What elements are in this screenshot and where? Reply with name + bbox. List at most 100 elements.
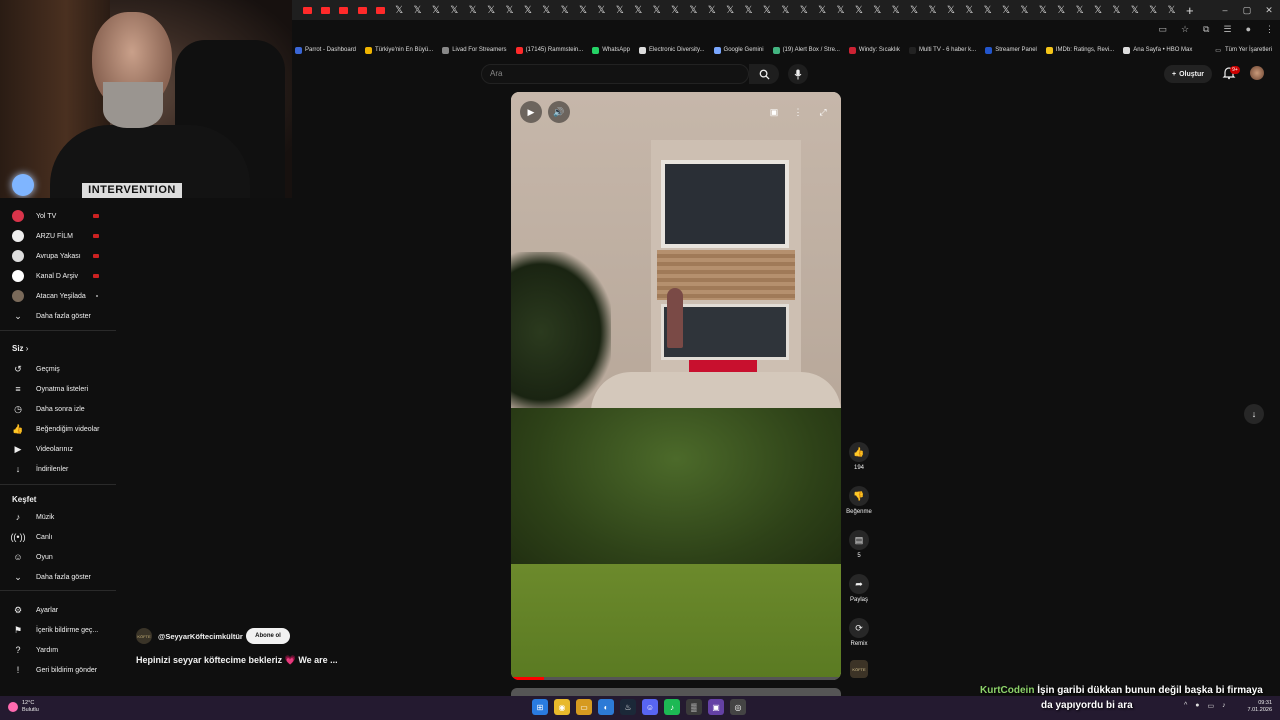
sidebar-item[interactable]: ⚑ İçerik bildirme geç... <box>0 620 116 640</box>
next-short-button[interactable]: ↓ <box>1244 404 1264 424</box>
browser-tab[interactable]: 𝕏 <box>1144 0 1162 20</box>
bookmark-item[interactable]: Parrot - Dashboard <box>295 46 356 54</box>
minimize-button[interactable]: – <box>1214 0 1236 20</box>
browser-tab[interactable]: 𝕏 <box>1107 0 1125 20</box>
twitch-icon[interactable]: ▣ <box>708 699 724 715</box>
browser-tab[interactable]: 𝕏 <box>758 0 776 20</box>
browser-tab[interactable]: 𝕏 <box>997 0 1015 20</box>
kebab-icon[interactable]: ⋮ <box>1265 24 1274 35</box>
cast-icon[interactable]: ▭ <box>1158 24 1167 35</box>
browser-tab[interactable]: 𝕏 <box>813 0 831 20</box>
extensions-icon[interactable]: ⧉ <box>1203 24 1209 35</box>
app-icon[interactable]: ▒ <box>686 699 702 715</box>
volume-button[interactable]: 🔊 <box>548 101 570 123</box>
browser-tab[interactable]: 𝕏 <box>592 0 610 20</box>
create-button[interactable]: + Oluştur <box>1164 65 1212 83</box>
search-button[interactable] <box>749 64 779 84</box>
search-input[interactable]: Ara <box>481 64 749 84</box>
steam-icon[interactable]: ♨ <box>620 699 636 715</box>
browser-tab[interactable]: 𝕏 <box>739 0 757 20</box>
captions-button[interactable]: ▣ <box>766 104 782 120</box>
browser-tab[interactable]: 𝕏 <box>923 0 941 20</box>
browser-tab[interactable]: 𝕏 <box>1015 0 1033 20</box>
sidebar-item[interactable]: 👍 Beğendiğim videolar <box>0 419 116 439</box>
chrome-icon[interactable]: ◉ <box>554 699 570 715</box>
file-explorer-icon[interactable]: ▭ <box>576 699 592 715</box>
video-progress-bar[interactable] <box>511 677 841 680</box>
bookmark-item[interactable]: Streamer Panel <box>985 46 1037 54</box>
bookmark-item[interactable]: Google Gemini <box>713 46 764 54</box>
next-short-thumbnail[interactable] <box>511 688 841 696</box>
dislike-button[interactable]: 👎 Beğenme <box>844 486 874 515</box>
sidebar-item[interactable]: ! Geri bildirim gönder <box>0 660 116 680</box>
browser-tab[interactable]: 𝕏 <box>1034 0 1052 20</box>
obs-icon[interactable]: ◎ <box>730 699 746 715</box>
browser-tab[interactable]: 𝕏 <box>1126 0 1144 20</box>
bookmark-item[interactable]: Multi TV - 6 haber k... <box>908 46 976 54</box>
menu-icon[interactable]: ☰ <box>1223 24 1231 35</box>
account-avatar[interactable] <box>1250 66 1264 80</box>
bookmark-item[interactable]: IMDb: Ratings, Revi... <box>1045 46 1114 54</box>
sidebar-item[interactable]: ARZU FİLM <box>0 226 116 246</box>
sidebar-item[interactable]: ≡ Oynatma listeleri <box>0 379 116 399</box>
sidebar-item[interactable]: Atacan Yeşilada <box>0 286 116 306</box>
bookmark-item[interactable]: Türkiye'nin En Büyü... <box>365 46 433 54</box>
browser-tab[interactable]: 𝕏 <box>408 0 426 20</box>
browser-tab[interactable]: 𝕏 <box>390 0 408 20</box>
bookmark-item[interactable]: (17145) Rammstein... <box>515 46 583 54</box>
star-icon[interactable]: ☆ <box>1181 24 1189 35</box>
play-button[interactable]: ▶ <box>520 101 542 123</box>
sidebar-item[interactable]: ☺ Oyun <box>0 547 116 567</box>
short-description[interactable]: Hepinizi seyyar köftecime bekleriz 💗 We … <box>136 655 338 666</box>
sound-thumbnail[interactable]: KÖFTE <box>850 660 868 678</box>
browser-tab[interactable]: 𝕏 <box>1052 0 1070 20</box>
subscribe-button[interactable]: Abone ol <box>246 628 290 644</box>
browser-tab[interactable]: 𝕏 <box>445 0 463 20</box>
bookmark-item[interactable]: Ana Sayfa • HBO Max <box>1123 46 1192 54</box>
more-options-button[interactable]: ⋮ <box>790 104 806 120</box>
voice-search-button[interactable] <box>788 64 808 84</box>
browser-tab[interactable]: 𝕏 <box>427 0 445 20</box>
browser-tab[interactable]: 𝕏 <box>942 0 960 20</box>
browser-tab[interactable] <box>316 0 334 20</box>
browser-tab[interactable]: 𝕏 <box>960 0 978 20</box>
browser-tab[interactable]: 𝕏 <box>555 0 573 20</box>
browser-tab[interactable]: 𝕏 <box>795 0 813 20</box>
sidebar-item[interactable]: Kanal D Arşiv <box>0 266 116 286</box>
browser-tab[interactable]: 𝕏 <box>500 0 518 20</box>
spotify-icon[interactable]: ♪ <box>664 699 680 715</box>
browser-tab[interactable]: 𝕏 <box>1089 0 1107 20</box>
sidebar-item[interactable]: ⚙ Ayarlar <box>0 600 116 620</box>
browser-tab[interactable]: 𝕏 <box>537 0 555 20</box>
browser-tab[interactable]: 𝕏 <box>905 0 923 20</box>
browser-tab[interactable]: 𝕏 <box>1070 0 1088 20</box>
browser-tab[interactable]: 𝕏 <box>574 0 592 20</box>
sidebar-item[interactable]: ⌄ Daha fazla göster <box>0 306 116 326</box>
sidebar-item[interactable]: Avrupa Yakası <box>0 246 116 266</box>
sidebar-item[interactable]: ⌄ Daha fazla göster <box>0 567 116 587</box>
sidebar-item[interactable]: ↺ Geçmiş <box>0 359 116 379</box>
browser-tab[interactable]: 𝕏 <box>868 0 886 20</box>
sidebar-heading-you[interactable]: Siz › <box>12 344 28 353</box>
sidebar-item[interactable]: ? Yardım <box>0 640 116 660</box>
bookmark-item[interactable]: Windy: Sıcaklık <box>848 46 900 54</box>
comments-button[interactable]: ▤ 5 <box>844 530 874 559</box>
channel-name[interactable]: @SeyyarKöftecimkültür <box>158 632 243 641</box>
browser-tab[interactable]: 𝕏 <box>978 0 996 20</box>
browser-tab[interactable] <box>298 0 316 20</box>
browser-tab[interactable]: 𝕏 <box>850 0 868 20</box>
share-button[interactable]: ➦ Paylaş <box>844 574 874 603</box>
browser-tab[interactable] <box>353 0 371 20</box>
sidebar-item[interactable]: ((•)) Canlı <box>0 527 116 547</box>
browser-tab[interactable]: 𝕏 <box>482 0 500 20</box>
all-bookmarks[interactable]: ▭ Tüm Yer İşaretleri <box>1215 42 1272 58</box>
bookmark-item[interactable]: WhatsApp <box>592 46 630 54</box>
browser-tab[interactable]: 𝕏 <box>1162 0 1180 20</box>
browser-tab[interactable]: 𝕏 <box>629 0 647 20</box>
sidebar-item[interactable]: ▶ Videolarınız <box>0 439 116 459</box>
channel-avatar[interactable]: KÖFTE <box>136 628 152 644</box>
browser-tab[interactable] <box>335 0 353 20</box>
bookmark-item[interactable]: (19) Alert Box / Stre... <box>772 46 840 54</box>
browser-tab[interactable]: 𝕏 <box>684 0 702 20</box>
browser-tab[interactable]: 𝕏 <box>831 0 849 20</box>
